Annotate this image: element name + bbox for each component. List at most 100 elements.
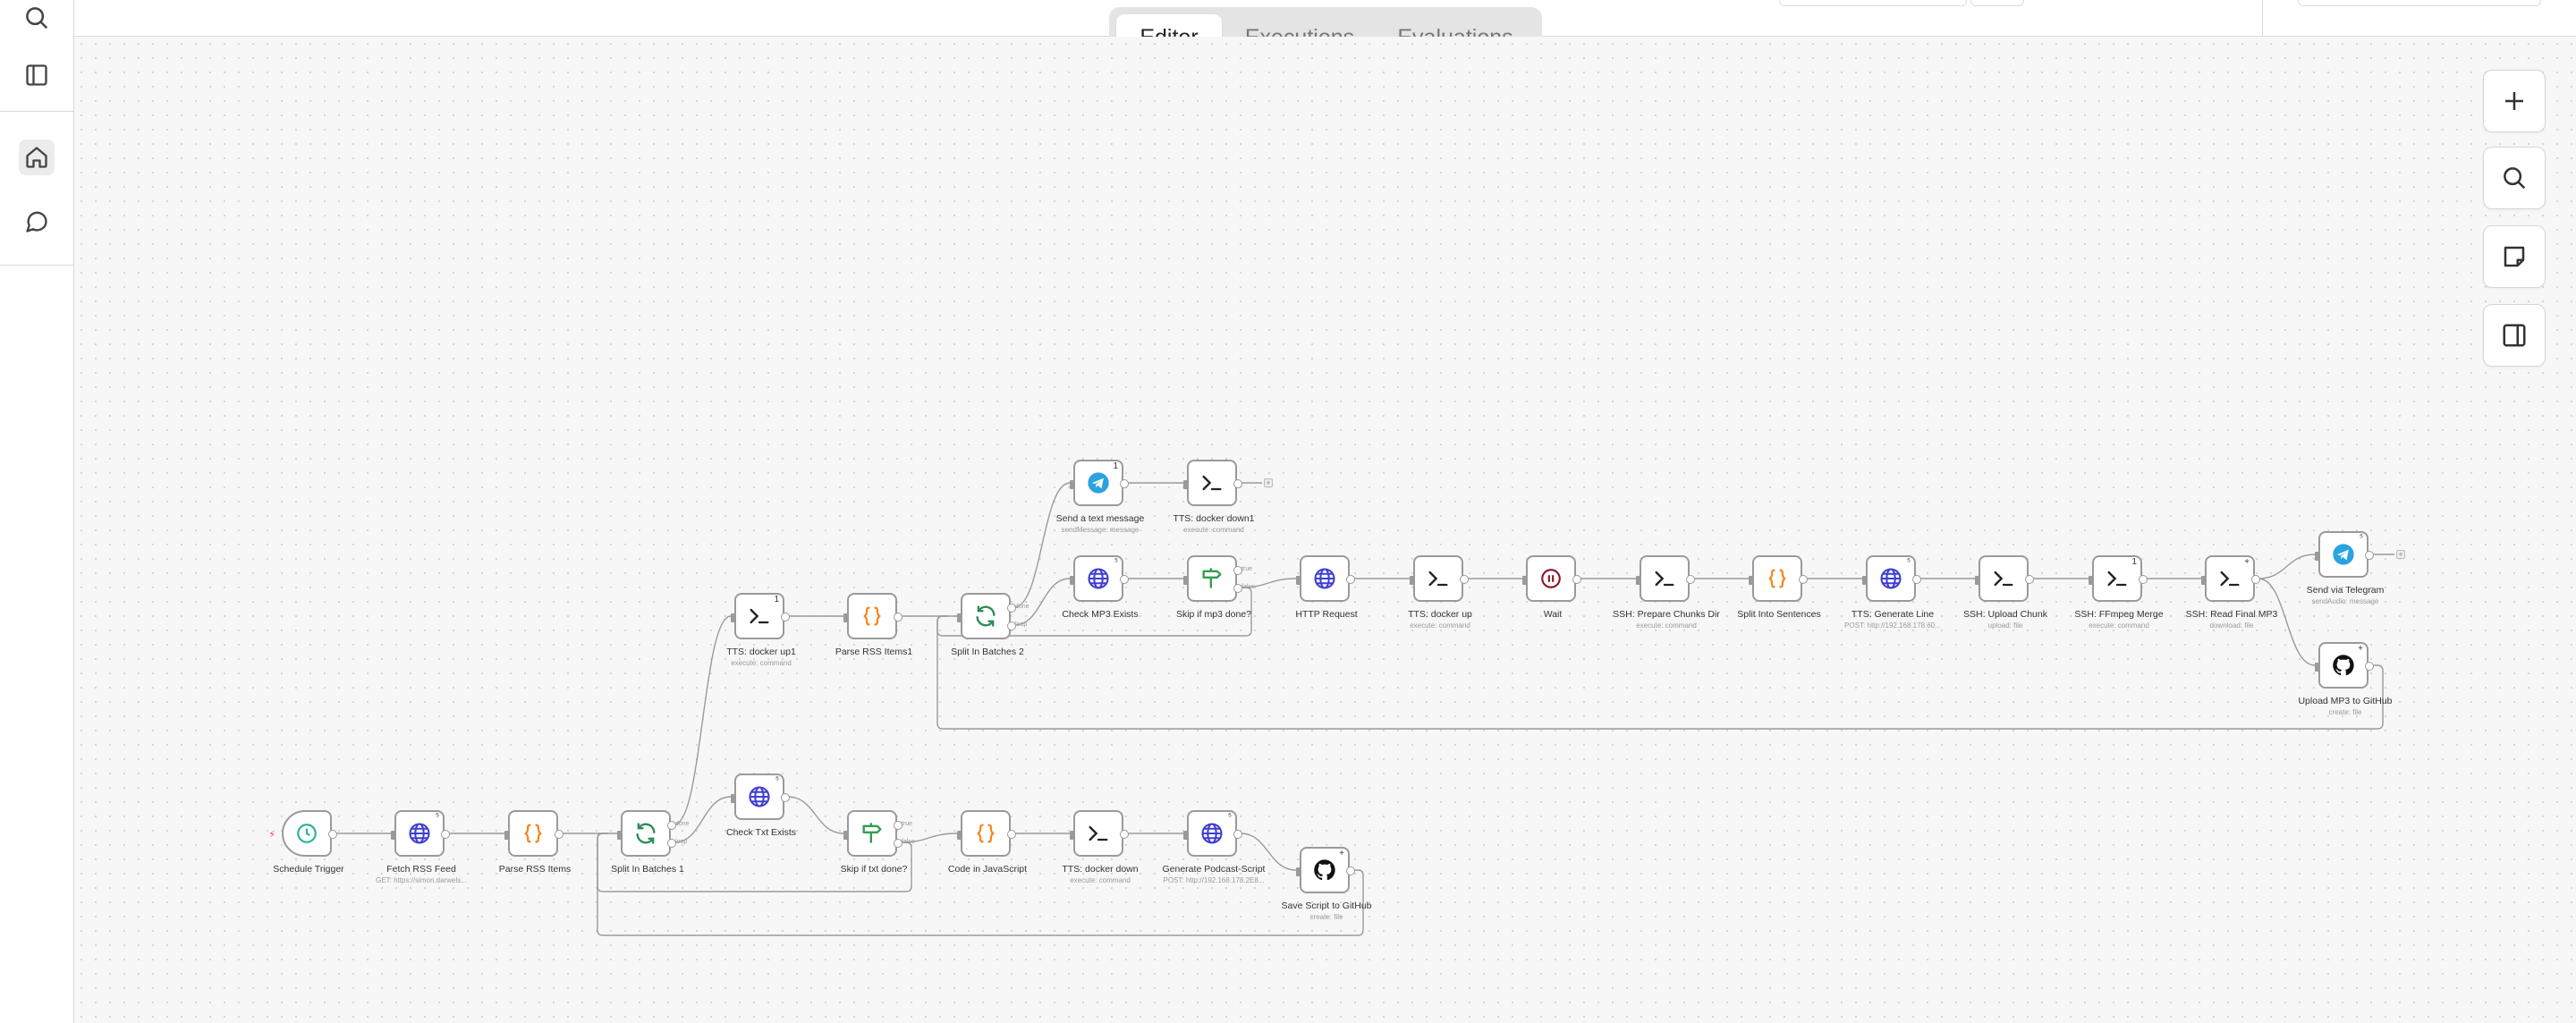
output-handle[interactable] bbox=[781, 613, 790, 621]
panel-toggle-icon[interactable] bbox=[19, 57, 55, 93]
node-ssh-upload[interactable]: SSH: Upload Chunk upload: file bbox=[1963, 555, 2047, 630]
input-handle[interactable] bbox=[1749, 576, 1754, 585]
node-schedule-trigger[interactable]: Schedule Trigger bbox=[273, 810, 344, 875]
input-handle[interactable] bbox=[1296, 576, 1301, 585]
node-tts-up[interactable]: TTS: docker up execute: command bbox=[1408, 555, 1472, 630]
input-handle[interactable] bbox=[2315, 663, 2320, 672]
node-skip-mp3[interactable]: Skip if mp3 done? bbox=[1176, 555, 1251, 620]
node-parse-rss[interactable]: Parse RSS Items bbox=[499, 810, 571, 875]
output-handle[interactable] bbox=[1686, 575, 1695, 584]
output-handle[interactable] bbox=[1346, 575, 1355, 584]
output-handle[interactable] bbox=[441, 830, 450, 839]
toolbar-button-stub[interactable] bbox=[2298, 0, 2541, 6]
input-handle[interactable] bbox=[1522, 576, 1528, 585]
output-handle[interactable] bbox=[1007, 830, 1016, 839]
add-node-button[interactable] bbox=[2483, 70, 2546, 132]
output-handle[interactable] bbox=[1120, 830, 1129, 839]
input-handle[interactable] bbox=[617, 831, 623, 840]
output-handle[interactable] bbox=[1572, 575, 1581, 584]
node-send-text[interactable]: 1 Send a text message sendMessage: message bbox=[1056, 460, 1144, 534]
node-code-js[interactable]: Code in JavaScript bbox=[948, 810, 1027, 875]
output-handle[interactable] bbox=[894, 613, 902, 621]
output-handle[interactable] bbox=[1120, 479, 1129, 488]
node-badge: ⁵ bbox=[775, 775, 779, 785]
input-handle[interactable] bbox=[1636, 576, 1641, 585]
input-handle[interactable] bbox=[1183, 576, 1189, 585]
toggle-panel-button[interactable] bbox=[2483, 304, 2546, 367]
node-gen-podcast[interactable]: ⁵ Generate Podcast-Script POST: http://192… bbox=[1163, 810, 1265, 884]
output-handle[interactable] bbox=[2139, 575, 2148, 584]
node-check-txt[interactable]: ⁵ Check Txt Exists bbox=[726, 774, 796, 838]
input-handle[interactable] bbox=[2201, 576, 2207, 585]
node-label: Check Txt Exists bbox=[726, 827, 796, 838]
node-ssh-read[interactable]: + SSH: Read Final MP3 download: file bbox=[2186, 555, 2277, 630]
output-handle[interactable] bbox=[781, 793, 790, 802]
node-split-sent[interactable]: Split Into Sentences bbox=[1737, 555, 1821, 620]
input-handle[interactable] bbox=[843, 613, 849, 622]
node-tts-up1[interactable]: 1 TTS: docker up1 execute: command bbox=[726, 593, 796, 667]
output-handle[interactable] bbox=[2365, 662, 2374, 671]
input-handle[interactable] bbox=[731, 613, 736, 622]
input-handle[interactable] bbox=[1070, 576, 1075, 585]
output-handle[interactable] bbox=[1912, 575, 1921, 584]
node-label: Send via Telegram bbox=[2306, 585, 2385, 596]
node-split1[interactable]: Split In Batches 1 bbox=[611, 810, 684, 875]
node-ssh-prep[interactable]: SSH: Prepare Chunks Dir execute: command bbox=[1613, 555, 1720, 630]
workflow-canvas[interactable]: Schedule Trigger ⁵ Fetch RSS Feed GET: http… bbox=[74, 37, 2576, 1023]
output-handle[interactable] bbox=[1233, 479, 1242, 488]
search-icon[interactable] bbox=[19, 0, 55, 36]
output-handle[interactable] bbox=[1799, 575, 1808, 584]
node-upload-gh[interactable]: + Upload MP3 to GitHub create: file bbox=[2298, 642, 2393, 716]
output-handle[interactable] bbox=[2365, 551, 2374, 560]
toolbar-button-stub[interactable] bbox=[1970, 0, 2024, 6]
input-handle[interactable] bbox=[1975, 576, 1980, 585]
output-handle[interactable] bbox=[2251, 575, 2260, 584]
input-handle[interactable] bbox=[1183, 480, 1189, 489]
input-handle[interactable] bbox=[731, 794, 736, 803]
output-handle[interactable] bbox=[2025, 575, 2034, 584]
node-http-req[interactable]: HTTP Request bbox=[1295, 555, 1358, 620]
input-handle[interactable] bbox=[1296, 867, 1301, 876]
node-fetch-rss[interactable]: ⁵ Fetch RSS Feed GET: https://simon.darwel… bbox=[376, 810, 467, 884]
node-parse-rss1[interactable]: Parse RSS Items1 bbox=[835, 593, 912, 657]
node-wait[interactable]: Wait bbox=[1522, 555, 1581, 620]
port-label: loop bbox=[675, 839, 688, 845]
output-handle[interactable] bbox=[328, 830, 337, 839]
node-send-tg[interactable]: ⁵ Send via Telegram sendAudio: message bbox=[2307, 531, 2384, 605]
output-handle[interactable] bbox=[555, 830, 564, 839]
search-nodes-button[interactable] bbox=[2483, 147, 2546, 209]
input-handle[interactable] bbox=[1862, 576, 1868, 585]
node-ssh-ffmpeg[interactable]: 1 SSH: FFmpeg Merge execute: command bbox=[2074, 555, 2164, 630]
input-handle[interactable] bbox=[1183, 831, 1189, 840]
input-handle[interactable] bbox=[957, 831, 962, 840]
input-handle[interactable] bbox=[2315, 552, 2320, 561]
globe-icon bbox=[1877, 565, 1904, 592]
home-icon[interactable] bbox=[19, 140, 55, 175]
input-handle[interactable] bbox=[391, 831, 396, 840]
output-handle[interactable] bbox=[1233, 830, 1242, 839]
input-handle[interactable] bbox=[843, 831, 849, 840]
node-save-script[interactable]: + Save Script to GitHub create: file bbox=[1282, 847, 1371, 921]
output-handle[interactable] bbox=[1120, 575, 1129, 584]
node-split2[interactable]: Split In Batches 2 bbox=[951, 593, 1024, 657]
input-handle[interactable] bbox=[1410, 576, 1415, 585]
input-handle[interactable] bbox=[2089, 576, 2094, 585]
input-handle[interactable] bbox=[1070, 480, 1075, 489]
sticky-note-button[interactable] bbox=[2483, 225, 2546, 288]
input-handle[interactable] bbox=[1070, 831, 1075, 840]
output-handle[interactable] bbox=[1346, 867, 1355, 875]
input-handle[interactable] bbox=[957, 613, 962, 622]
search-field-stub[interactable] bbox=[1779, 0, 1967, 6]
chat-icon[interactable] bbox=[19, 204, 55, 240]
input-handle[interactable] bbox=[504, 831, 510, 840]
node-check-mp3[interactable]: ⁵ Check MP3 Exists bbox=[1062, 555, 1139, 620]
connection-line bbox=[936, 615, 2384, 730]
node-label: SSH: Read Final MP3 bbox=[2185, 609, 2278, 620]
node-skip-txt[interactable]: Skip if txt done? bbox=[841, 810, 907, 875]
node-tts-gen[interactable]: ⁵ TTS: Generate Line POST: http://192.168.… bbox=[1844, 555, 1941, 630]
node-tts-down[interactable]: TTS: docker down execute: command bbox=[1062, 810, 1139, 884]
add-connection-button[interactable]: + bbox=[2396, 550, 2405, 559]
add-connection-button[interactable]: + bbox=[1264, 478, 1273, 487]
output-handle[interactable] bbox=[1460, 575, 1469, 584]
node-tts-down1[interactable]: TTS: docker down1 execute: command bbox=[1173, 460, 1255, 534]
